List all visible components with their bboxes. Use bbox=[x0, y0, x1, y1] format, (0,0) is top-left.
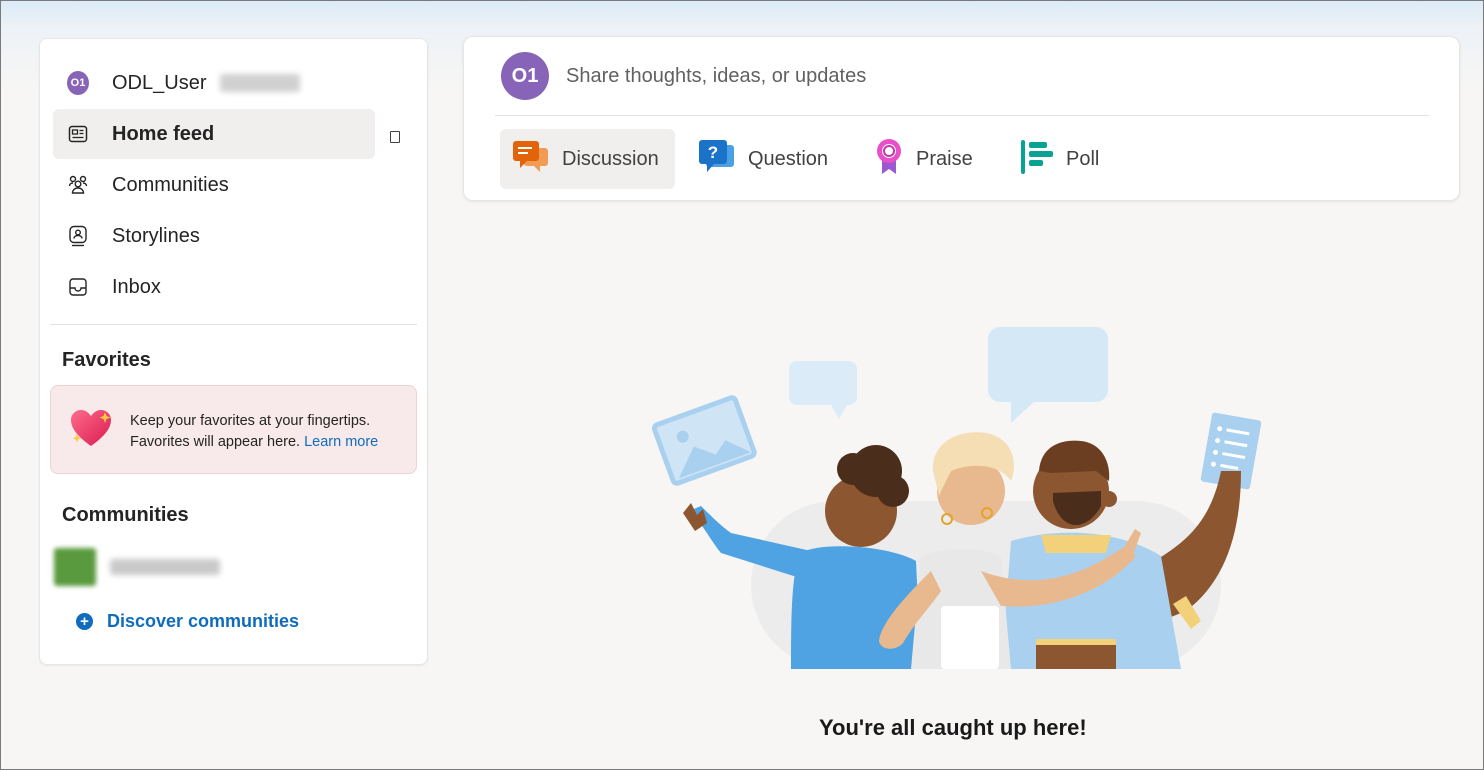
storyline-icon bbox=[67, 225, 89, 247]
nav-label: Inbox bbox=[112, 275, 161, 298]
post-composer: O1 Share thoughts, ideas, or updates Dis… bbox=[463, 36, 1460, 201]
nav-home-feed[interactable]: Home feed bbox=[53, 109, 375, 159]
user-name: ODL_User bbox=[112, 72, 301, 95]
favorites-empty-card: Keep your favorites at your fingertips. … bbox=[50, 385, 417, 474]
community-thumbnail bbox=[54, 548, 96, 586]
post-type-label: Poll bbox=[1066, 147, 1100, 170]
nav-inbox[interactable]: Inbox bbox=[53, 262, 375, 312]
nav-label: Home feed bbox=[112, 122, 215, 145]
empty-feed-illustration bbox=[641, 321, 1281, 681]
post-type-label: Praise bbox=[916, 147, 973, 170]
discover-communities-link[interactable]: + Discover communities bbox=[76, 611, 299, 632]
svg-text:?: ? bbox=[708, 143, 718, 162]
post-type-label: Discussion bbox=[562, 147, 659, 170]
favorites-message: Keep your favorites at your fingertips. … bbox=[130, 413, 379, 450]
discover-communities-label: Discover communities bbox=[107, 611, 300, 631]
redacted-user-id bbox=[220, 74, 301, 93]
share-input[interactable]: Share thoughts, ideas, or updates bbox=[566, 65, 866, 88]
composer-divider bbox=[495, 115, 1429, 116]
nav-label: Communities bbox=[112, 173, 229, 196]
poll-button[interactable]: Poll bbox=[1020, 129, 1120, 189]
people-community-icon bbox=[67, 174, 89, 196]
discussion-button[interactable]: Discussion bbox=[500, 129, 675, 189]
sidebar-divider bbox=[50, 324, 417, 325]
question-button[interactable]: ? Question bbox=[698, 129, 838, 189]
inbox-icon bbox=[67, 276, 89, 298]
praise-button[interactable]: Praise bbox=[874, 129, 994, 189]
community-item[interactable] bbox=[54, 547, 220, 587]
communities-heading: Communities bbox=[62, 504, 189, 526]
news-icon bbox=[67, 123, 89, 145]
learn-more-link[interactable]: Learn more bbox=[304, 434, 378, 450]
empty-feed-message: You're all caught up here! bbox=[819, 715, 1087, 740]
favorites-heading: Favorites bbox=[62, 349, 151, 371]
nav-communities[interactable]: Communities bbox=[53, 160, 375, 210]
nav-storylines[interactable]: Storylines bbox=[53, 211, 375, 261]
nav-label: Storylines bbox=[112, 224, 200, 247]
composer-avatar: O1 bbox=[501, 52, 549, 100]
question-icon: ? bbox=[698, 139, 736, 180]
pin-toggle-icon[interactable] bbox=[390, 131, 400, 143]
poll-icon bbox=[1020, 139, 1054, 180]
praise-ribbon-icon bbox=[874, 138, 904, 181]
add-circle-icon: + bbox=[76, 613, 93, 630]
post-type-label: Question bbox=[748, 147, 829, 170]
user-profile-link[interactable]: O1 ODL_User bbox=[53, 58, 375, 108]
left-sidebar: O1 ODL_User Home feed Communities Storyl… bbox=[39, 38, 428, 665]
discussion-icon bbox=[512, 140, 550, 179]
user-avatar: O1 bbox=[67, 71, 89, 95]
heart-sparkle-icon bbox=[69, 408, 115, 455]
redacted-community-name bbox=[110, 559, 220, 575]
